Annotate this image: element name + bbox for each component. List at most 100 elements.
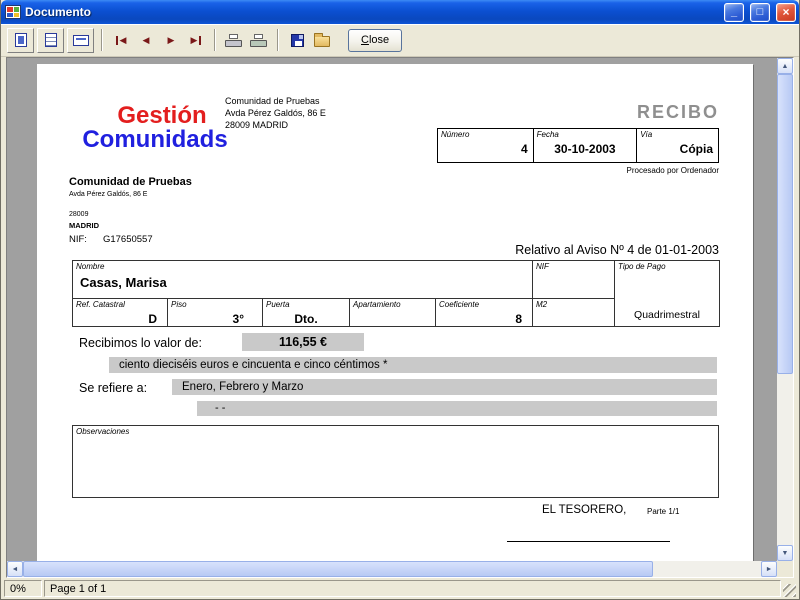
load-report-button[interactable] (311, 27, 333, 53)
nombre-value: Casas, Marisa (80, 275, 167, 290)
refers-extra: - - (197, 401, 717, 416)
fecha-cell: Fecha 30-10-2003 (532, 128, 638, 163)
next-page-button[interactable]: ▶ (160, 27, 182, 53)
puerta-cell: Puerta Dto. (262, 298, 350, 327)
tipo-pago-value: Quadrimestral (634, 309, 700, 321)
nif-value: G17650557 (102, 234, 153, 245)
via-cell: Vía Cópia (636, 128, 719, 163)
header-address-line2: Avda Pérez Galdós, 86 E (225, 108, 326, 118)
fecha-value: 30-10-2003 (554, 142, 616, 156)
scroll-right-icon: ► (765, 565, 773, 573)
header-address-line1: Comunidad de Pruebas (225, 96, 320, 106)
community-name: Comunidad de Pruebas (69, 176, 192, 188)
apartamiento-cell: Apartamiento (349, 298, 436, 327)
m2-value (533, 310, 614, 312)
community-address: Avda Pérez Galdós, 86 E (69, 191, 148, 198)
owner-nif-label: NIF (536, 262, 549, 271)
scroll-up-icon: ▲ (781, 62, 789, 70)
scroll-down-button[interactable]: ▼ (777, 545, 793, 561)
owner-table: Nombre Casas, Marisa NIF Tipo de Pago Qu… (71, 260, 721, 327)
apartamiento-value (350, 310, 435, 312)
close-preview-button[interactable]: Close (348, 28, 403, 52)
amount-label: Recibimos lo valor de: (79, 336, 202, 350)
parte-label: Parte 1/1 (647, 507, 680, 516)
ref-catastral-value: D (148, 312, 157, 326)
ref-catastral-label: Ref. Catastral (76, 300, 125, 309)
nif-label: NIF: (69, 234, 87, 245)
puerta-value: Dto. (294, 312, 318, 326)
preview-area: Gestión Comunidads Comunidad de Pruebas … (6, 57, 794, 578)
print-button[interactable] (248, 27, 270, 53)
horizontal-scrollbar[interactable]: ◄ ► (7, 561, 777, 577)
horizontal-scroll-thumb[interactable] (23, 561, 653, 577)
document-preview-window: Documento _ □ × ◀ ◀ ▶ ▶ Close Gestión Co… (0, 0, 800, 600)
title-bar[interactable]: Documento _ □ × (1, 0, 799, 24)
owner-nif-value (533, 272, 614, 274)
nombre-label: Nombre (76, 262, 105, 271)
floppy-disk-icon (290, 33, 304, 47)
piso-value: 3° (232, 312, 244, 326)
minimize-button[interactable]: _ (724, 2, 744, 22)
close-window-button[interactable]: × (776, 2, 796, 22)
header-address-line3: 28009 MADRID (225, 120, 289, 130)
window-title: Documento (25, 5, 91, 19)
scroll-left-icon: ◄ (11, 565, 19, 573)
coeficiente-label: Coeficiente (439, 300, 480, 309)
header-address: Comunidad de Pruebas Avda Pérez Galdós, … (225, 95, 326, 131)
processed-note: Procesado por Ordenador (626, 166, 720, 175)
tipo-pago-label: Tipo de Pago (618, 262, 666, 271)
prev-page-icon: ◀ (142, 34, 150, 45)
first-page-button[interactable]: ◀ (110, 27, 132, 53)
zoom-100-icon (44, 33, 57, 47)
zoom-width-button[interactable] (67, 27, 94, 53)
scroll-right-button[interactable]: ► (761, 561, 777, 577)
piso-cell: Piso 3° (167, 298, 263, 327)
save-report-button[interactable] (286, 27, 308, 53)
preview-canvas: Gestión Comunidads Comunidad de Pruebas … (7, 58, 777, 561)
tipo-pago-cell: Tipo de Pago Quadrimestral (614, 260, 721, 327)
ref-catastral-cell: Ref. Catastral D (72, 298, 168, 327)
last-page-button[interactable]: ▶ (185, 27, 207, 53)
numero-label: Número (441, 130, 470, 139)
via-label: Vía (640, 130, 653, 139)
numero-value: 4 (520, 142, 528, 156)
next-page-icon: ▶ (167, 34, 175, 45)
puerta-label: Puerta (266, 300, 290, 309)
printer-setup-icon (225, 33, 243, 47)
recibo-title: RECIBO (636, 102, 719, 122)
open-folder-icon (314, 33, 330, 47)
vertical-scrollbar[interactable]: ▲ ▼ (777, 58, 793, 561)
signature-line (507, 541, 670, 542)
first-page-icon: ◀ (115, 35, 126, 45)
status-bar: 0% Page 1 of 1 (1, 578, 799, 599)
m2-label: M2 (536, 300, 548, 309)
scroll-down-icon: ▼ (781, 549, 789, 557)
prev-page-button[interactable]: ◀ (135, 27, 157, 53)
toolbar-separator (214, 29, 216, 51)
maximize-button[interactable]: □ (750, 2, 770, 22)
scroll-up-button[interactable]: ▲ (777, 58, 793, 74)
numero-cell: Número 4 (437, 128, 534, 163)
scroll-left-button[interactable]: ◄ (7, 561, 23, 577)
app-icon (5, 5, 21, 19)
progress-panel: 0% (4, 580, 42, 597)
zoom-100-button[interactable] (37, 27, 64, 53)
tesorero-label: EL TESORERO, (542, 504, 627, 516)
print-icon (250, 33, 268, 47)
receipt-meta-table: Número 4 Fecha 30-10-2003 Vía Cópia (437, 128, 719, 163)
via-value: Cópia (679, 142, 713, 156)
observaciones-label: Observaciones (76, 427, 130, 436)
zoom-fit-button[interactable] (7, 27, 34, 53)
page-info-panel: Page 1 of 1 (44, 580, 781, 597)
printer-setup-button[interactable] (223, 27, 245, 53)
nombre-cell: Nombre Casas, Marisa (71, 260, 534, 299)
vertical-scroll-thumb[interactable] (777, 74, 793, 374)
fecha-label: Fecha (536, 130, 559, 139)
apartamiento-label: Apartamiento (353, 300, 401, 309)
coeficiente-cell: Coeficiente 8 (434, 298, 534, 327)
toolbar-separator (101, 29, 103, 51)
m2-cell: M2 (532, 298, 616, 327)
resize-grip[interactable] (783, 584, 796, 597)
aviso-line: Relativo al Aviso Nº 4 de 01-01-2003 (515, 243, 719, 257)
amount-in-words: ciento dieciséis euros e cincuenta e cin… (109, 357, 717, 373)
